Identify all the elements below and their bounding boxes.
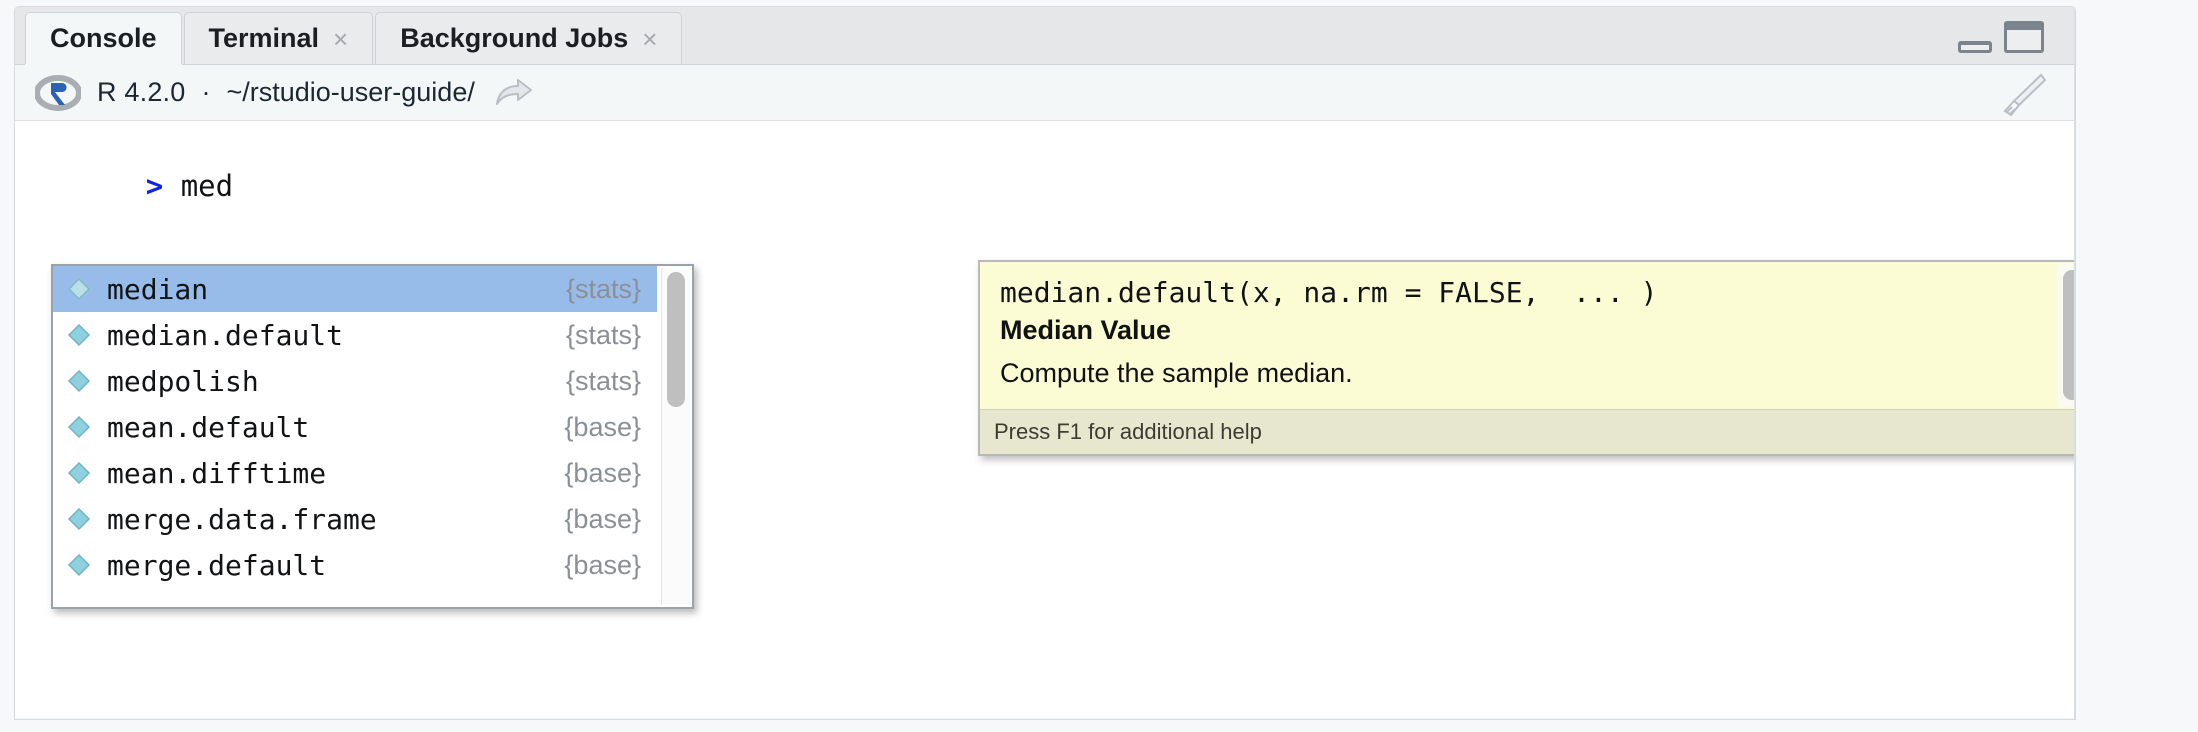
function-signature: median.default(x, na.rm = FALSE, ... ) bbox=[1000, 276, 2045, 309]
pane-tab-bar: Console Terminal × Background Jobs × bbox=[15, 7, 2075, 65]
close-icon[interactable]: × bbox=[333, 26, 348, 52]
completion-name: median bbox=[107, 273, 208, 306]
header-separator: · bbox=[201, 77, 210, 108]
diamond-icon bbox=[67, 415, 91, 439]
share-arrow-icon[interactable] bbox=[495, 78, 533, 108]
diamond-icon bbox=[67, 553, 91, 577]
maximize-window-icon[interactable] bbox=[2003, 20, 2045, 54]
console-prompt-line: > med bbox=[41, 135, 233, 237]
list-item[interactable]: median {stats} bbox=[53, 266, 657, 312]
completion-package: {stats} bbox=[566, 320, 641, 351]
working-directory-label: ~/rstudio-user-guide/ bbox=[226, 77, 474, 108]
completion-scrollbar[interactable] bbox=[661, 268, 690, 605]
completion-package: {base} bbox=[564, 550, 641, 581]
diamond-icon bbox=[67, 323, 91, 347]
pane-right-edge bbox=[2074, 7, 2075, 719]
list-item[interactable]: merge.default {base} bbox=[53, 542, 657, 588]
completion-package: {base} bbox=[564, 412, 641, 443]
list-item[interactable]: mean.difftime {base} bbox=[53, 450, 657, 496]
completion-name: merge.data.frame bbox=[107, 503, 377, 536]
completion-name: median.default bbox=[107, 319, 343, 352]
completion-name: mean.default bbox=[107, 411, 309, 444]
minimize-window-icon[interactable] bbox=[1957, 38, 1993, 54]
tab-background-jobs[interactable]: Background Jobs × bbox=[375, 12, 682, 64]
diamond-icon bbox=[67, 277, 91, 301]
window-controls bbox=[1957, 20, 2045, 54]
tab-terminal[interactable]: Terminal × bbox=[184, 12, 374, 64]
help-description: Compute the sample median. bbox=[1000, 358, 2045, 389]
prompt-caret: > bbox=[146, 169, 163, 203]
list-item[interactable]: medpolish {stats} bbox=[53, 358, 657, 404]
function-help-tooltip[interactable]: median.default(x, na.rm = FALSE, ... ) M… bbox=[978, 260, 2075, 456]
console-header-bar: R 4.2.0 · ~/rstudio-user-guide/ bbox=[15, 65, 2075, 121]
help-footer-hint: Press F1 for additional help bbox=[980, 409, 2075, 454]
completion-name: mean.difftime bbox=[107, 457, 326, 490]
list-item[interactable]: merge.data.frame {base} bbox=[53, 496, 657, 542]
autocomplete-list[interactable]: median {stats} median.default {stats} me… bbox=[53, 266, 657, 607]
tooltip-body: median.default(x, na.rm = FALSE, ... ) M… bbox=[980, 262, 2075, 409]
tooltip-scrollbar[interactable] bbox=[2057, 264, 2075, 407]
console-typed-text: med bbox=[163, 169, 233, 203]
completion-scrollbar-thumb[interactable] bbox=[667, 272, 685, 407]
completion-package: {base} bbox=[564, 504, 641, 535]
list-item[interactable]: mean.default {base} bbox=[53, 404, 657, 450]
completion-package: {stats} bbox=[566, 366, 641, 397]
r-version-label: R 4.2.0 bbox=[97, 77, 185, 108]
autocomplete-popup[interactable]: median {stats} median.default {stats} me… bbox=[51, 264, 694, 609]
diamond-icon bbox=[67, 461, 91, 485]
completion-name: merge.default bbox=[107, 549, 326, 582]
tab-background-jobs-label: Background Jobs bbox=[400, 23, 628, 54]
help-title: Median Value bbox=[1000, 315, 2045, 346]
diamond-icon bbox=[67, 507, 91, 531]
tab-console-label: Console bbox=[50, 23, 157, 54]
console-pane: Console Terminal × Background Jobs × bbox=[14, 6, 2076, 720]
completion-name: medpolish bbox=[107, 365, 259, 398]
list-item[interactable]: median.default {stats} bbox=[53, 312, 657, 358]
r-logo-icon bbox=[35, 75, 81, 111]
console-output-area[interactable]: > med median {stats} median.default {s bbox=[15, 121, 2075, 718]
tab-console[interactable]: Console bbox=[25, 12, 182, 64]
completion-package: {base} bbox=[564, 458, 641, 489]
tab-terminal-label: Terminal bbox=[209, 23, 320, 54]
completion-package: {stats} bbox=[566, 274, 641, 305]
diamond-icon bbox=[67, 369, 91, 393]
r-version-text: R 4.2.0 bbox=[97, 77, 185, 107]
broom-icon[interactable] bbox=[2001, 73, 2049, 117]
close-icon[interactable]: × bbox=[642, 26, 657, 52]
